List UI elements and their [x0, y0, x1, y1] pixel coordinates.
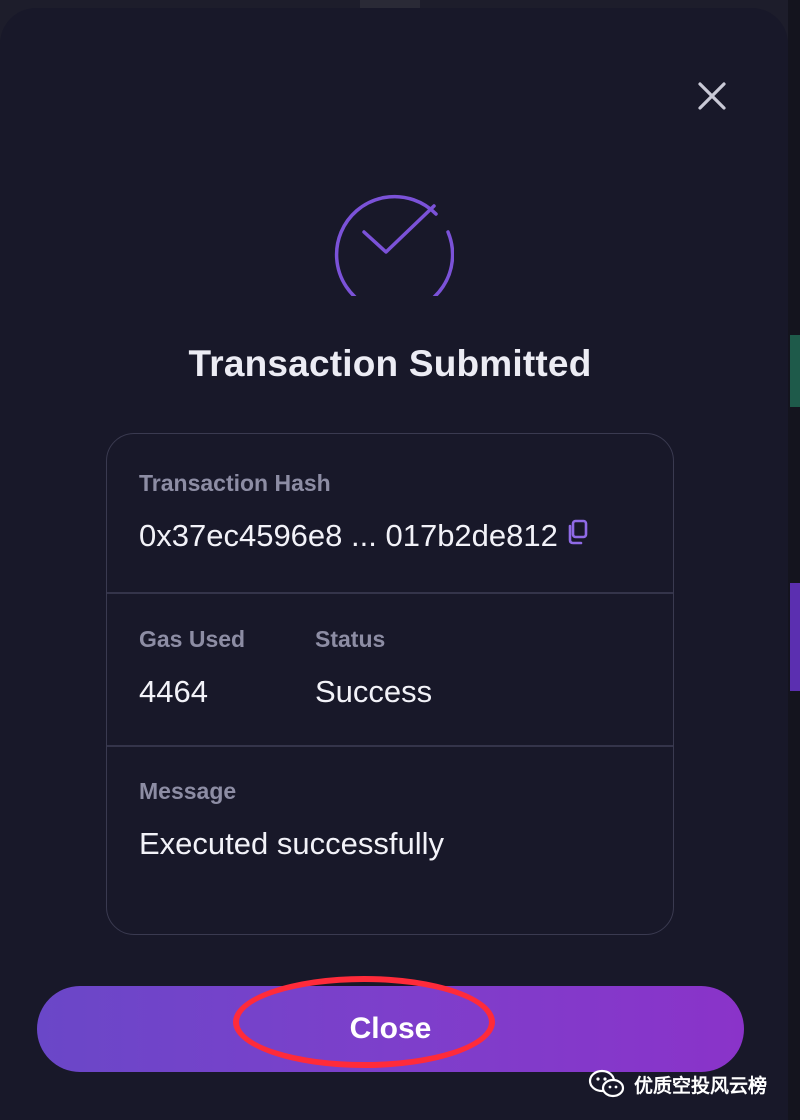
watermark: 优质空投风云榜 [588, 1068, 767, 1100]
message-value: Executed successfully [139, 826, 444, 861]
watermark-text: 优质空投风云榜 [634, 1075, 768, 1097]
hash-value-row: 0x37ec4596e8 ... 017b2de812 [139, 518, 588, 556]
wechat-icon [588, 1069, 625, 1098]
hash-label: Transaction Hash [139, 470, 331, 496]
transaction-modal: Transaction Submitted Transaction Hash 0… [0, 8, 788, 1120]
divider [107, 745, 673, 747]
close-icon[interactable] [690, 74, 734, 118]
close-button[interactable]: Close [37, 986, 744, 1072]
check-circle-icon [326, 168, 455, 315]
background-app-edge [788, 0, 800, 1120]
modal-title: Transaction Submitted [188, 343, 592, 384]
close-button-label: Close [349, 1012, 432, 1045]
background-purple-panel [790, 583, 800, 691]
background-green-panel [790, 335, 800, 407]
divider [107, 592, 673, 594]
background-top-element [360, 0, 420, 8]
status-value: Success [315, 674, 433, 709]
message-label: Message [139, 778, 237, 804]
hash-value[interactable]: 0x37ec4596e8 ... 017b2de812 [139, 518, 558, 553]
gas-used-label: Gas Used [139, 626, 246, 652]
gas-used-value: 4464 [139, 674, 208, 709]
status-label: Status [315, 626, 386, 652]
copy-icon[interactable] [566, 517, 588, 553]
transaction-details-card: Transaction Hash 0x37ec4596e8 ... 017b2d… [106, 433, 674, 935]
